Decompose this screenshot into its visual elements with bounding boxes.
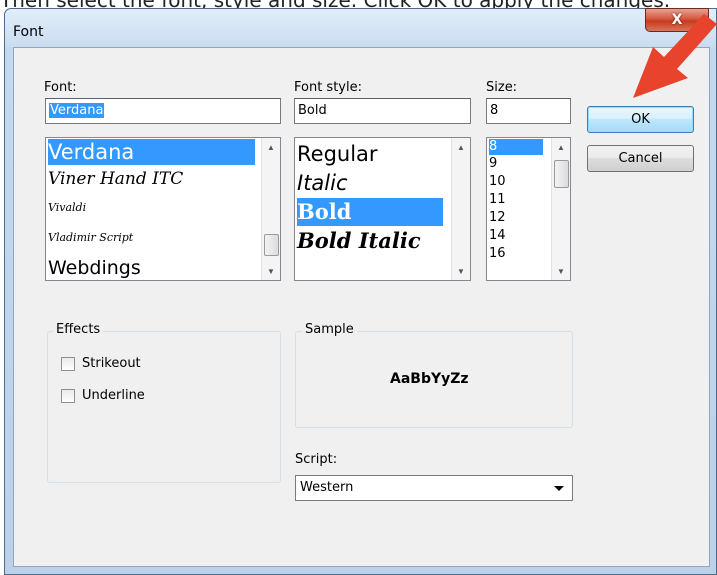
font-style-label: Font style:	[294, 80, 362, 95]
font-name-value: Verdana	[49, 103, 105, 118]
style-list-item-italic[interactable]: Italic	[297, 169, 348, 197]
style-list-item-regular[interactable]: Regular	[297, 140, 378, 168]
size-list-item[interactable]: 9	[489, 156, 497, 172]
font-name-list[interactable]: Verdana Viner Hand ITC Vivaldi Vladimir …	[45, 137, 281, 281]
size-list-item[interactable]: 12	[489, 210, 506, 226]
font-list-scrollbar[interactable]: ▲ ▼	[261, 138, 280, 280]
scroll-up-arrow-icon[interactable]: ▲	[552, 138, 570, 156]
font-name-input[interactable]: Verdana	[45, 98, 281, 124]
size-value: 8	[490, 103, 499, 118]
scroll-down-arrow-icon[interactable]: ▼	[452, 262, 470, 280]
size-list-item[interactable]: 16	[489, 246, 506, 262]
scroll-down-arrow-icon[interactable]: ▼	[552, 262, 570, 280]
font-dialog: Font X Font: Verdana Verdana Viner Hand …	[4, 8, 717, 575]
style-list-scrollbar[interactable]: ▲ ▼	[451, 138, 470, 280]
script-value: Western	[300, 480, 354, 495]
font-list-item-vivaldi[interactable]: Vivaldi	[48, 195, 86, 221]
scroll-up-arrow-icon[interactable]: ▲	[262, 138, 280, 156]
sample-group-title: Sample	[302, 322, 357, 337]
size-list-item[interactable]: 8	[489, 139, 543, 155]
chevron-down-icon[interactable]	[554, 486, 564, 491]
ok-button-label: OK	[631, 112, 650, 127]
size-list-scrollbar[interactable]: ▲ ▼	[551, 138, 570, 280]
script-select[interactable]: Western	[295, 475, 573, 501]
underline-checkbox[interactable]	[61, 389, 75, 403]
size-list-item[interactable]: 11	[489, 192, 506, 208]
size-label: Size:	[486, 80, 518, 95]
dialog-title: Font	[13, 24, 44, 40]
font-list-item-vladimir-script[interactable]: Vladimir Script	[48, 225, 133, 251]
strikeout-checkbox[interactable]	[61, 357, 75, 371]
title-bar[interactable]: Font X	[5, 8, 716, 47]
underline-label[interactable]: Underline	[82, 388, 145, 403]
size-input[interactable]: 8	[486, 98, 571, 124]
style-list-item-bold-italic[interactable]: Bold Italic	[297, 227, 421, 255]
font-list-item-verdana[interactable]: Verdana	[48, 139, 255, 165]
cancel-button-label: Cancel	[618, 151, 663, 166]
size-list-item[interactable]: 14	[489, 228, 506, 244]
strikeout-label[interactable]: Strikeout	[82, 356, 141, 371]
script-label: Script:	[295, 452, 338, 467]
sample-preview-text: AaBbYyZz	[390, 371, 469, 387]
scroll-thumb[interactable]	[554, 160, 569, 188]
scroll-up-arrow-icon[interactable]: ▲	[452, 138, 470, 156]
cancel-button[interactable]: Cancel	[587, 145, 694, 172]
page: Then select the font, style and size. Cl…	[0, 0, 717, 575]
size-list-item[interactable]: 10	[489, 174, 506, 190]
font-list-item-viner-hand[interactable]: Viner Hand ITC	[48, 166, 183, 192]
size-list[interactable]: 8 9 10 11 12 14 16 ▲ ▼	[486, 137, 571, 281]
effects-group-title: Effects	[53, 322, 104, 337]
style-list-item-bold[interactable]: Bold	[297, 198, 443, 226]
font-style-list[interactable]: Regular Italic Bold Bold Italic ▲ ▼	[294, 137, 471, 281]
font-style-input[interactable]: Bold	[294, 98, 471, 124]
font-label: Font:	[44, 80, 77, 95]
effects-group	[47, 331, 281, 483]
dialog-client-area: Font: Verdana Verdana Viner Hand ITC Viv…	[13, 47, 710, 567]
font-style-value: Bold	[298, 103, 327, 118]
font-list-item-webdings[interactable]: Webdings	[48, 255, 141, 280]
scroll-down-arrow-icon[interactable]: ▼	[262, 262, 280, 280]
red-arrow-icon	[633, 14, 717, 98]
scroll-thumb[interactable]	[264, 234, 279, 256]
